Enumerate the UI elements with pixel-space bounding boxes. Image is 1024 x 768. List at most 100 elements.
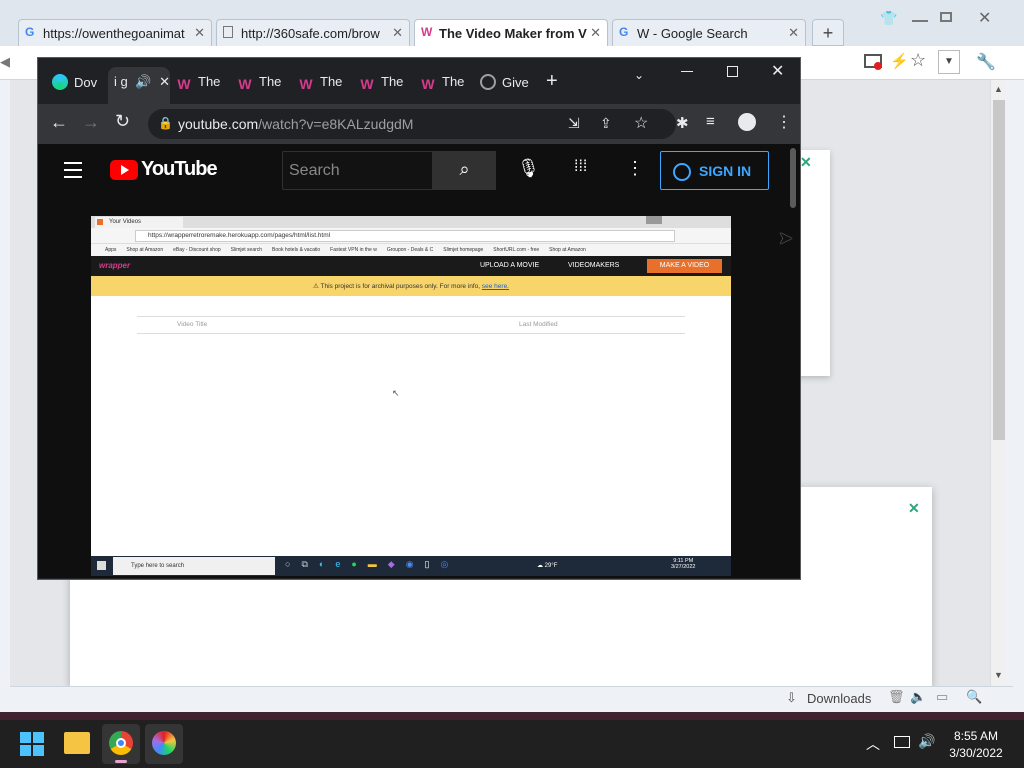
chrome-tab-2[interactable]: i g 🔊 ✕	[108, 67, 170, 104]
chrome-tab-4[interactable]: W The	[237, 67, 293, 97]
maximize-icon[interactable]	[940, 12, 952, 22]
lightning-icon[interactable]: ⚡	[890, 52, 909, 70]
network-icon[interactable]	[894, 736, 910, 748]
make-video-button: MAKE A VIDEO	[647, 259, 722, 273]
search-button[interactable]: ⌕	[433, 151, 496, 190]
close-icon[interactable]: ✕	[194, 25, 205, 41]
tab-search-icon[interactable]: ⌄	[634, 68, 644, 82]
back-icon[interactable]: ◀	[0, 54, 10, 70]
chrome-taskbar-button[interactable]	[102, 724, 140, 764]
video-url: https://wrapperretroremake.herokuapp.com…	[135, 230, 675, 242]
wrapper-w-icon: W	[177, 76, 191, 92]
screen-share-icon[interactable]: ▭	[936, 689, 948, 705]
youtube-scrollbar[interactable]	[788, 144, 800, 578]
download-icon[interactable]: ⇩	[786, 690, 797, 706]
chrome-tab-6[interactable]: W The	[359, 67, 415, 97]
bookmark-star-icon[interactable]: ☆	[634, 113, 648, 133]
chrome-tab-5[interactable]: W The	[298, 67, 354, 97]
windows-taskbar: ︿ 🔊 8:55 AM 3/30/2022	[0, 720, 1024, 768]
upload-movie-link: UPLOAD A MOVIE	[480, 262, 540, 269]
app-icon: ◆	[387, 559, 395, 569]
scroll-down-icon[interactable]: ▼	[994, 670, 1003, 680]
close-icon[interactable]: ✕	[159, 74, 170, 89]
profile-avatar-icon[interactable]	[738, 113, 756, 131]
star-icon[interactable]: ☆	[910, 50, 926, 71]
outer-tab-4[interactable]: G W - Google Search ✕	[612, 19, 806, 46]
lock-icon[interactable]: 🔒	[158, 116, 173, 130]
forward-icon[interactable]: →	[82, 112, 100, 133]
windows-start-icon[interactable]	[20, 732, 44, 756]
system-clock[interactable]: 8:55 AM 3/30/2022	[946, 729, 1006, 760]
speaker-icon[interactable]: 🔊	[135, 74, 151, 89]
warning-icon: ⚠	[313, 283, 321, 290]
minimize-icon[interactable]	[681, 71, 693, 72]
volume-icon[interactable]: 🔊	[918, 733, 935, 750]
url-path: /watch?v=e8KALzudgdM	[258, 116, 414, 132]
search-input[interactable]: Search	[282, 151, 433, 190]
outer-tab-2[interactable]: http://360safe.com/brow ✕	[216, 19, 410, 46]
omnibox[interactable]: 🔒 youtube.com/watch?v=e8KALzudgdM ⇲ ⇪ ☆	[148, 109, 676, 139]
hamburger-menu-icon[interactable]	[64, 162, 82, 178]
chrome-tab-title: Dov	[74, 75, 98, 90]
sign-in-label: SIGN IN	[699, 163, 752, 179]
chrome-tab-strip: Dov i g 🔊 ✕ W The W The W The W The W The Giv…	[38, 58, 800, 104]
scroll-up-icon[interactable]: ▲	[994, 84, 1003, 94]
zoom-icon[interactable]: 🔍	[966, 689, 982, 705]
close-icon[interactable]: ✕	[590, 25, 601, 41]
panel-close-icon[interactable]: ✕	[908, 500, 920, 517]
new-tab-button[interactable]: +	[812, 19, 844, 46]
video-player[interactable]: Your Videos https://wrapperretroremake.h…	[91, 216, 731, 576]
youtube-logo-text[interactable]: YouTube	[141, 158, 218, 181]
close-icon[interactable]: ✕	[788, 25, 799, 41]
sign-in-button[interactable]: SIGN IN	[660, 151, 769, 190]
clock-date: 3/30/2022	[949, 746, 1003, 760]
card-close-icon[interactable]: ✕	[800, 154, 812, 171]
scroll-thumb[interactable]	[790, 148, 796, 208]
more-menu-icon[interactable]: ⋮	[776, 112, 792, 132]
archival-banner: ⚠ This project is for archival purposes …	[91, 276, 731, 296]
share-icon[interactable]: ⇪	[600, 115, 612, 132]
close-window-icon[interactable]: ✕	[978, 8, 991, 28]
reload-icon[interactable]: ↻	[115, 111, 130, 132]
maximize-icon[interactable]	[727, 66, 738, 77]
close-window-icon[interactable]: ✕	[771, 61, 784, 81]
chrome-tab-8[interactable]: Give	[480, 67, 536, 97]
chrome-tab-3[interactable]: W The	[176, 67, 232, 97]
chrome-tab-1[interactable]: Dov	[52, 67, 108, 97]
youtube-logo-icon[interactable]	[110, 160, 138, 180]
install-icon[interactable]: ⇲	[568, 115, 580, 132]
outer-tab-3[interactable]: W The Video Maker from V ✕	[414, 19, 608, 46]
app-taskbar-button[interactable]	[145, 724, 183, 764]
bookmark: Groupon - Deals & C	[386, 247, 434, 253]
minimize-icon[interactable]	[912, 8, 928, 22]
video-browser-tabs: Your Videos	[91, 216, 731, 228]
chrome-icon	[109, 731, 133, 755]
bookmark: ShortURL.com - free	[493, 247, 540, 253]
back-icon[interactable]: ←	[50, 112, 68, 133]
scroll-thumb[interactable]	[993, 100, 1005, 440]
video-date: 3/27/2022	[671, 564, 696, 570]
chrome-tab-title: The	[198, 74, 221, 89]
chevron-up-icon[interactable]: ︿	[866, 734, 880, 754]
extensions-icon[interactable]: ✱	[676, 114, 689, 132]
file-explorer-icon[interactable]	[64, 732, 90, 754]
wrench-icon[interactable]: 🔧	[976, 52, 996, 72]
mic-icon[interactable]: 🎙	[517, 158, 540, 179]
volume-icon[interactable]: 🔈	[910, 689, 926, 705]
new-tab-button[interactable]: +	[546, 70, 558, 93]
video-taskbar-search: Type here to search	[113, 557, 275, 575]
settings-menu-icon[interactable]: ⋮	[626, 158, 644, 179]
video-address-bar: https://wrapperretroremake.herokuapp.com…	[91, 228, 731, 244]
downloads-button[interactable]: Downloads	[807, 691, 871, 706]
bookmark: eBay - Discount shop	[173, 247, 221, 253]
apps-grid-icon[interactable]: ⁞⁞⁞	[574, 158, 587, 176]
outer-tab-1[interactable]: G https://owenthegoanimat ✕	[18, 19, 212, 46]
bookmark: Slimjet homepage	[443, 247, 484, 253]
media-queue-icon[interactable]: ≡	[706, 113, 715, 130]
trash-icon[interactable]: 🗑	[888, 689, 905, 705]
close-icon[interactable]: ✕	[392, 25, 403, 41]
chrome-tab-7[interactable]: W The	[420, 67, 476, 97]
skin-icon[interactable]: 👕	[880, 10, 897, 27]
dropdown-arrow-icon[interactable]: ▼	[938, 50, 960, 74]
page-scrollbar[interactable]: ▲ ▼	[990, 80, 1006, 686]
